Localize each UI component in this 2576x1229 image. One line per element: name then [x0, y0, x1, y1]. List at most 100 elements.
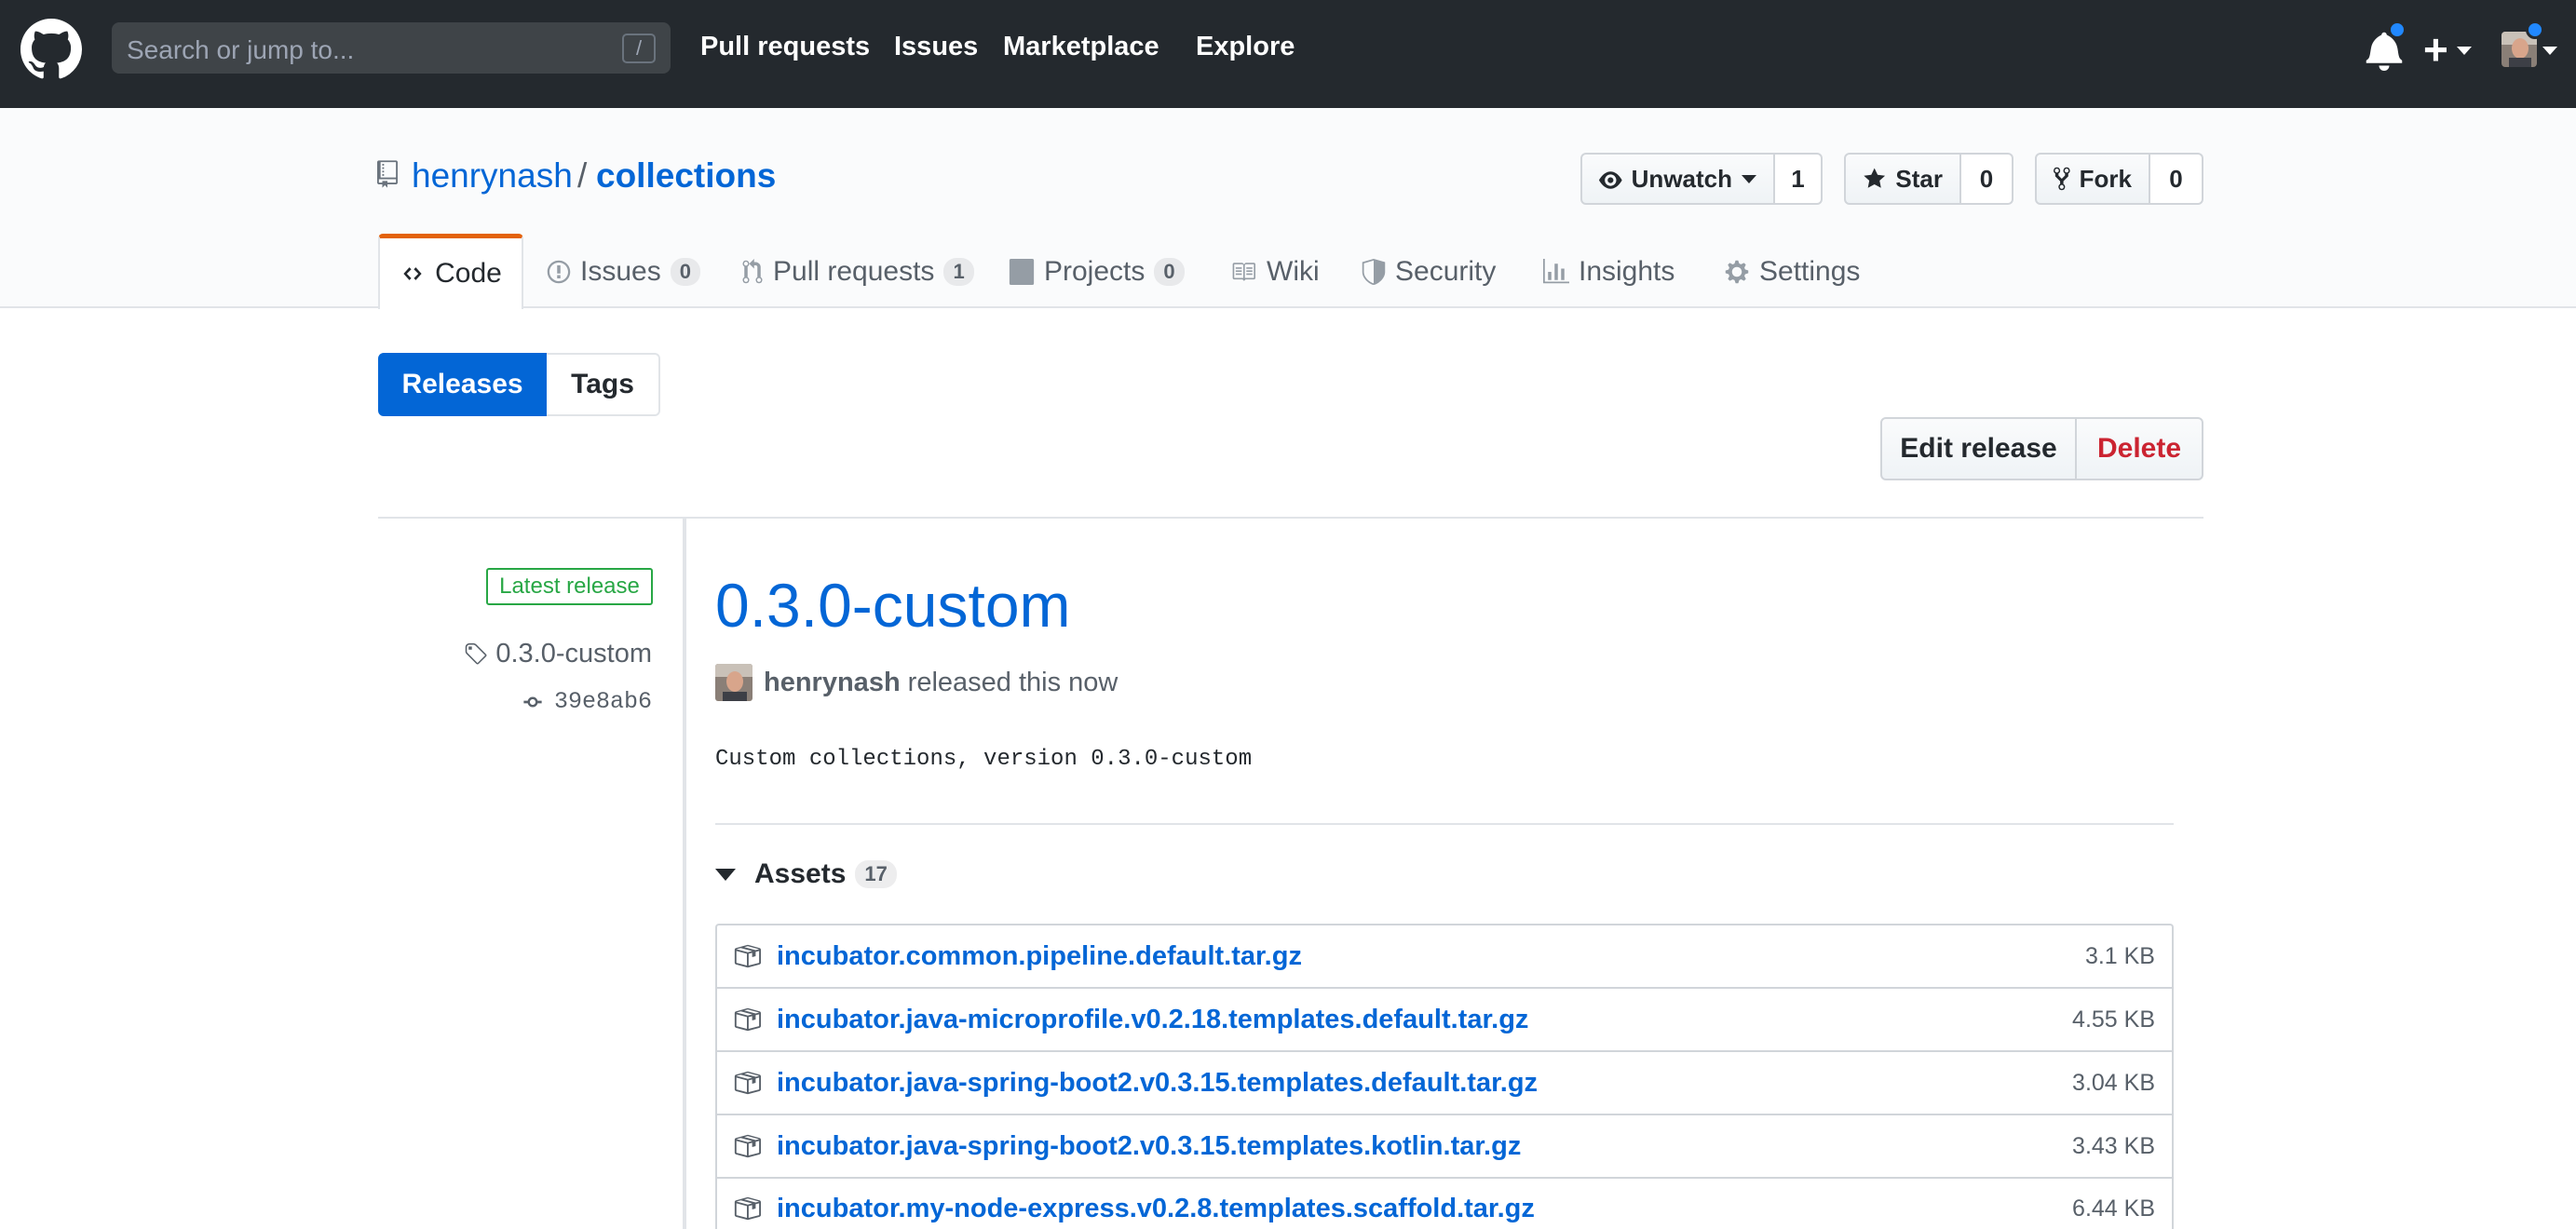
tab-security-label: Security [1395, 255, 1497, 287]
assets-counter: 17 [855, 860, 897, 888]
watch-caret-icon [1742, 174, 1756, 183]
delete-release-button[interactable]: Delete [2077, 417, 2203, 480]
gear-icon [1725, 260, 1749, 283]
avatar-status-dot [2526, 20, 2544, 39]
author-link[interactable]: henrynash [764, 668, 901, 698]
forks-count[interactable]: 0 [2150, 153, 2203, 205]
latest-release-badge: Latest release [486, 568, 653, 605]
tab-settings-label: Settings [1759, 255, 1861, 287]
repo-icon [377, 160, 398, 188]
github-logo-icon[interactable] [20, 19, 82, 80]
watchers-count[interactable]: 1 [1775, 153, 1823, 205]
book-icon [1232, 262, 1255, 281]
release-top-divider [378, 517, 2203, 519]
tab-wiki[interactable]: Wiki [1229, 235, 1320, 308]
tab-issues[interactable]: Issues 0 [547, 235, 700, 308]
nav-issues[interactable]: Issues [894, 32, 978, 62]
star-icon [1864, 168, 1886, 188]
graph-icon [1543, 258, 1569, 283]
star-label: Star [1895, 164, 1943, 193]
tab-projects-label: Projects [1044, 255, 1146, 287]
repo-name-link[interactable]: collections [596, 156, 776, 196]
tag-icon [466, 642, 487, 665]
avatar-caret-icon [2542, 47, 2557, 55]
tab-insights[interactable]: Insights [1543, 235, 1674, 308]
commit-icon [523, 696, 542, 707]
tab-projects-counter: 0 [1154, 257, 1185, 286]
asset-row: incubator.common.pipeline.default.tar.gz… [717, 925, 2172, 989]
nav-marketplace[interactable]: Marketplace [1003, 32, 1159, 62]
unwatch-button[interactable]: Unwatch [1580, 153, 1775, 205]
project-icon [1009, 258, 1035, 285]
search-shortcut-key: / [622, 34, 656, 63]
description-divider [715, 823, 2174, 825]
asset-size: 6.44 KB [2072, 1195, 2155, 1222]
tab-issues-label: Issues [580, 255, 661, 287]
assets-label: Assets [754, 858, 847, 889]
fork-button[interactable]: Fork [2035, 153, 2150, 205]
package-icon [734, 1071, 761, 1095]
asset-row: incubator.java-microprofile.v0.2.18.temp… [717, 989, 2172, 1052]
tab-pull-requests-label: Pull requests [773, 255, 935, 287]
code-icon [403, 267, 422, 280]
create-new-plus-icon[interactable]: + [2423, 24, 2448, 74]
package-icon [734, 944, 761, 968]
asset-row: incubator.java-spring-boot2.v0.3.15.temp… [717, 1052, 2172, 1115]
shield-icon [1362, 258, 1386, 285]
issue-icon [547, 260, 571, 283]
asset-download-link[interactable]: incubator.common.pipeline.default.tar.gz [777, 941, 2085, 972]
repo-owner-link[interactable]: henrynash [412, 156, 573, 196]
release-title-link[interactable]: 0.3.0-custom [715, 570, 1071, 641]
release-timeline-divider [683, 519, 686, 1229]
search-input[interactable]: Search or jump to... / [112, 22, 671, 74]
tab-code-label: Code [435, 258, 502, 289]
releases-tab[interactable]: Releases [378, 353, 547, 416]
author-avatar[interactable] [715, 664, 752, 701]
fork-button-group: Fork 0 [2035, 153, 2203, 205]
tab-settings[interactable]: Settings [1724, 235, 1860, 308]
search-placeholder: Search or jump to... [127, 35, 355, 64]
unwatch-label: Unwatch [1631, 164, 1732, 193]
asset-size: 4.55 KB [2072, 1006, 2155, 1033]
watch-button-group: Unwatch 1 [1580, 153, 1823, 205]
pull-request-icon [742, 258, 763, 283]
release-tag[interactable]: 0.3.0-custom [464, 639, 652, 669]
tab-pull-requests[interactable]: Pull requests 1 [741, 235, 974, 308]
release-actions: Edit release Delete [1880, 417, 2203, 480]
nav-explore[interactable]: Explore [1196, 32, 1295, 62]
asset-download-link[interactable]: incubator.java-microprofile.v0.2.18.temp… [777, 1005, 2072, 1035]
assets-expand-triangle-icon [715, 868, 736, 881]
tab-insights-label: Insights [1579, 255, 1675, 287]
notification-dot [2388, 20, 2407, 39]
asset-row: incubator.java-spring-boot2.v0.3.15.temp… [717, 1115, 2172, 1179]
release-tag-label: 0.3.0-custom [495, 639, 652, 669]
tab-pull-requests-counter: 1 [943, 257, 974, 286]
tags-tab[interactable]: Tags [547, 353, 660, 416]
tab-security[interactable]: Security [1362, 235, 1496, 308]
releases-subnav: Releases Tags [378, 353, 660, 416]
edit-release-button[interactable]: Edit release [1880, 417, 2077, 480]
release-commit[interactable]: 39e8ab6 [519, 688, 652, 715]
tab-projects[interactable]: Projects 0 [1009, 235, 1185, 308]
star-button-group: Star 0 [1844, 153, 2013, 205]
package-icon [734, 1134, 761, 1158]
star-button[interactable]: Star [1844, 153, 1961, 205]
asset-download-link[interactable]: incubator.my-node-express.v0.2.8.templat… [777, 1194, 2072, 1224]
asset-size: 3.1 KB [2084, 942, 2155, 969]
release-commit-sha: 39e8ab6 [553, 688, 652, 715]
global-header: Search or jump to... / Pull requests Iss… [0, 0, 2576, 108]
asset-row: incubator.my-node-express.v0.2.8.templat… [717, 1179, 2172, 1229]
assets-toggle[interactable]: Assets 17 [715, 857, 897, 892]
released-text: released this now [907, 667, 1119, 697]
nav-pull-requests[interactable]: Pull requests [700, 32, 870, 62]
tab-code[interactable]: Code [378, 234, 523, 309]
package-icon [734, 1196, 761, 1221]
create-caret-icon [2457, 47, 2472, 55]
tab-wiki-label: Wiki [1267, 255, 1320, 287]
stargazers-count[interactable]: 0 [1961, 153, 2013, 205]
asset-download-link[interactable]: incubator.java-spring-boot2.v0.3.15.temp… [777, 1131, 2072, 1162]
assets-list: incubator.common.pipeline.default.tar.gz… [715, 924, 2174, 1229]
asset-size: 3.04 KB [2072, 1069, 2155, 1096]
asset-download-link[interactable]: incubator.java-spring-boot2.v0.3.15.temp… [777, 1068, 2072, 1099]
repo-path-separator: / [577, 156, 588, 195]
